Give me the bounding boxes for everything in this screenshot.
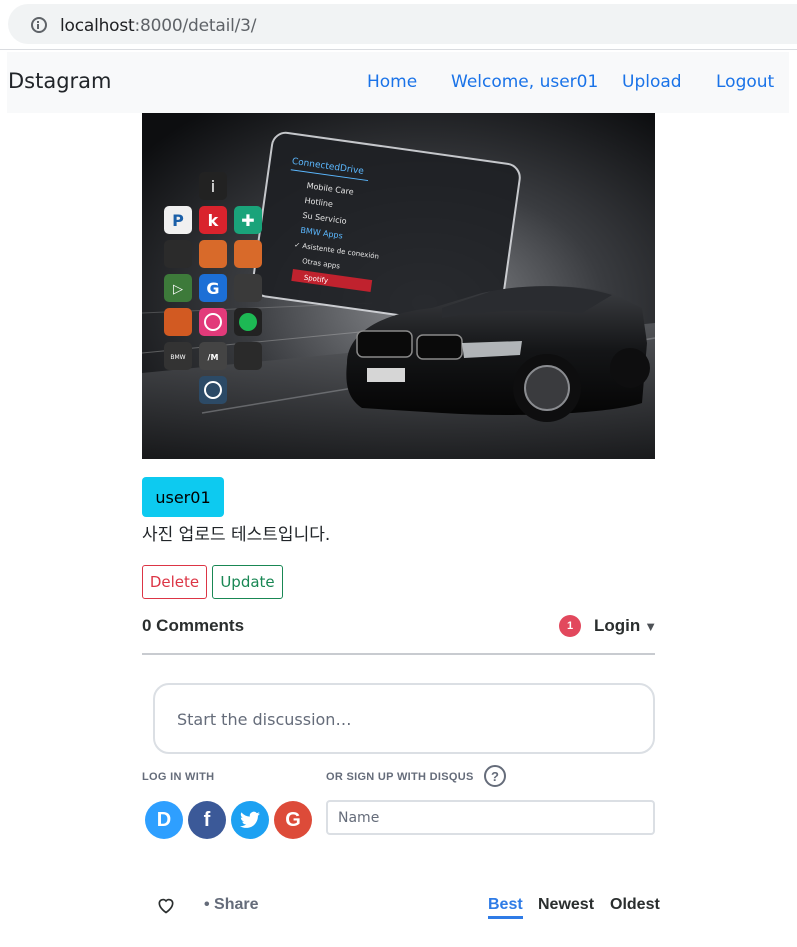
address-field[interactable]: localhost:8000/detail/3/ <box>8 4 797 44</box>
login-label: Login <box>594 616 641 635</box>
nav-link-home[interactable]: Home <box>367 72 417 92</box>
svg-text:i: i <box>211 177 215 196</box>
svg-text:k: k <box>208 211 219 230</box>
bullet-icon: • <box>204 896 215 913</box>
nav-link-welcome[interactable]: Welcome, user01 <box>451 72 598 92</box>
sort-oldest-tab[interactable]: Oldest <box>610 896 660 914</box>
car-illustration: ConnectedDrive Mobile Care Hotline Su Se… <box>142 113 655 459</box>
nav-link-logout[interactable]: Logout <box>716 72 774 92</box>
twitter-login-icon[interactable] <box>231 801 269 839</box>
sort-best-tab[interactable]: Best <box>488 896 523 919</box>
divider <box>142 653 655 655</box>
facebook-login-icon[interactable]: f <box>188 801 226 839</box>
svg-text:✚: ✚ <box>241 211 254 230</box>
svg-text:P: P <box>172 211 184 230</box>
url-path: :8000/detail/3/ <box>134 16 257 36</box>
app-icons-grid: i P k ✚ ▷ G BMW /M <box>164 172 262 404</box>
nav-link-upload[interactable]: Upload <box>622 72 682 92</box>
url-text[interactable]: localhost:8000/detail/3/ <box>60 16 256 36</box>
disqus-login-icon[interactable]: D <box>145 801 183 839</box>
post-image: ConnectedDrive Mobile Care Hotline Su Se… <box>142 113 655 459</box>
delete-button[interactable]: Delete <box>142 565 207 599</box>
update-button[interactable]: Update <box>212 565 283 599</box>
login-dropdown[interactable]: Login ▼ <box>594 616 657 636</box>
discussion-input[interactable] <box>177 705 617 733</box>
sort-newest-tab[interactable]: Newest <box>538 896 594 914</box>
twitter-bird-icon <box>240 811 260 828</box>
login-with-label: LOG IN WITH <box>142 771 215 783</box>
share-label: Share <box>214 896 259 913</box>
caret-down-icon: ▼ <box>644 619 658 634</box>
name-field[interactable] <box>326 800 655 835</box>
info-icon[interactable] <box>31 17 47 33</box>
svg-text:G: G <box>206 279 219 298</box>
url-host: localhost <box>60 16 135 36</box>
help-icon[interactable]: ? <box>484 765 506 787</box>
svg-text:BMW: BMW <box>170 354 185 361</box>
discussion-box[interactable] <box>153 683 655 754</box>
username-badge[interactable]: user01 <box>142 477 224 517</box>
comments-count[interactable]: 0 Comments <box>142 616 244 636</box>
navbar: Dstagram Home Welcome, user01 Upload Log… <box>7 52 789 113</box>
brand-link[interactable]: Dstagram <box>8 69 112 93</box>
svg-text:▷: ▷ <box>173 282 183 297</box>
post-caption: 사진 업로드 테스트입니다. <box>142 525 331 545</box>
share-button[interactable]: • Share <box>204 896 259 914</box>
svg-text:/M: /M <box>208 353 219 362</box>
notification-badge[interactable]: 1 <box>559 615 581 637</box>
heart-icon[interactable] <box>156 895 176 915</box>
browser-url-bar: localhost:8000/detail/3/ <box>0 0 797 50</box>
signup-label: OR SIGN UP WITH DISQUS <box>326 771 474 783</box>
google-login-icon[interactable]: G <box>274 801 312 839</box>
